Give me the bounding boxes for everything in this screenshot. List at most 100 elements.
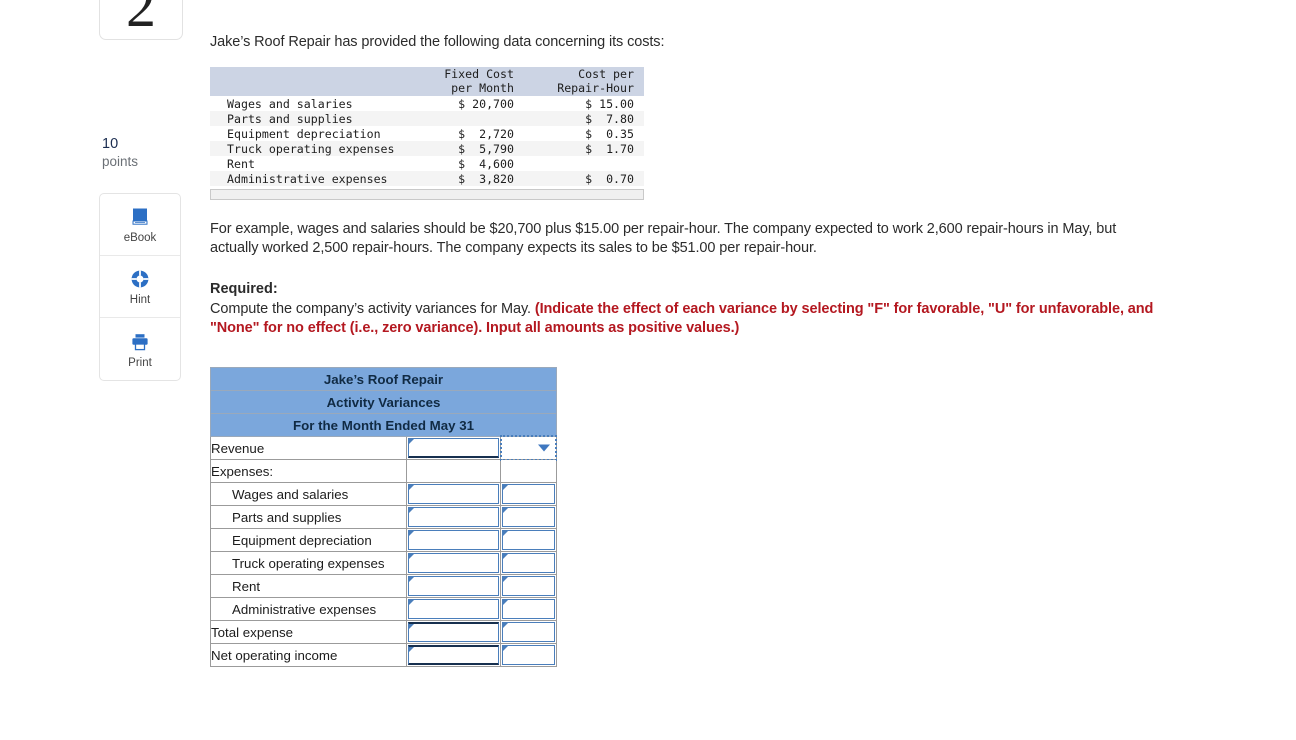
row-label-rent: Rent xyxy=(210,574,407,598)
answer-title-row: Jake’s Roof Repair xyxy=(210,367,557,391)
activity-variances-table: Jake’s Roof Repair Activity Variances Fo… xyxy=(210,367,557,667)
cost-row-label: Truck operating expenses xyxy=(227,141,395,156)
statement-period: For the Month Ended May 31 xyxy=(210,413,557,437)
amount-input-rent[interactable] xyxy=(408,576,499,596)
effect-cell-administrative[interactable] xyxy=(500,597,557,621)
amount-cell-administrative[interactable] xyxy=(406,597,501,621)
answer-table-wrapper: Jake’s Roof Repair Activity Variances Fo… xyxy=(210,367,557,667)
effect-input-net-operating-income[interactable] xyxy=(502,645,555,665)
amount-cell-truck[interactable] xyxy=(406,551,501,575)
effect-cell-rent[interactable] xyxy=(500,574,557,598)
effect-cell-total-expense[interactable] xyxy=(500,620,557,644)
question-content: Jake’s Roof Repair has provided the foll… xyxy=(210,0,1250,667)
amount-cell-parts[interactable] xyxy=(406,505,501,529)
effect-cell-wages[interactable] xyxy=(500,482,557,506)
ebook-button[interactable]: eBook xyxy=(100,194,180,256)
amount-input-parts[interactable] xyxy=(408,507,499,527)
cost-row-perhour: $ 1.70 xyxy=(585,141,634,156)
amount-input-wages[interactable] xyxy=(408,484,499,504)
cost-row-perhour: $ 0.35 xyxy=(585,126,634,141)
question-page: 2 10 points eBook Hint Print Jake’s Roof… xyxy=(0,0,1296,740)
effect-cell-revenue[interactable] xyxy=(500,435,557,461)
hint-label: Hint xyxy=(129,294,151,306)
amount-input-truck[interactable] xyxy=(408,553,499,573)
cost-row-label: Equipment depreciation xyxy=(227,126,381,141)
chevron-down-icon[interactable] xyxy=(538,444,550,452)
cost-row-label: Wages and salaries xyxy=(227,96,353,111)
amount-cell-wages[interactable] xyxy=(406,482,501,506)
question-number-card: 2 xyxy=(99,0,183,40)
amount-cell-revenue[interactable] xyxy=(406,436,501,460)
life-ring-icon xyxy=(129,267,151,291)
amount-cell-net-operating-income[interactable] xyxy=(406,643,501,667)
cost-row-fixed: $ 2,720 xyxy=(458,126,514,141)
amount-cell-expenses xyxy=(406,459,501,483)
amount-input-net-operating-income[interactable] xyxy=(408,645,499,665)
table-row: Expenses: xyxy=(210,459,557,483)
effect-cell-parts[interactable] xyxy=(500,505,557,529)
effect-input-rent[interactable] xyxy=(502,576,555,596)
horizontal-scrollbar[interactable] xyxy=(210,189,644,200)
cost-row-label: Rent xyxy=(227,156,255,171)
cost-row-fixed: $ 20,700 xyxy=(458,96,514,111)
cost-row-perhour: $ 15.00 xyxy=(585,96,634,111)
hint-button[interactable]: Hint xyxy=(100,256,180,318)
cost-header-fixed: Fixed Cost per Month xyxy=(406,67,524,96)
amount-cell-total-expense[interactable] xyxy=(406,620,501,644)
required-text-plain: Compute the company’s activity variances… xyxy=(210,301,535,317)
cost-row-fixed: $ 5,790 xyxy=(458,141,514,156)
amount-input-total-expense[interactable] xyxy=(408,622,499,642)
effect-input-parts[interactable] xyxy=(502,507,555,527)
points-value: 10 xyxy=(102,136,119,152)
row-label-truck: Truck operating expenses xyxy=(210,551,407,575)
cost-data-thead: Fixed Cost per Month Cost per Repair-Hour xyxy=(210,67,644,96)
amount-input-equipment[interactable] xyxy=(408,530,499,550)
row-label-expenses: Expenses: xyxy=(210,459,407,483)
table-row: Parts and supplies xyxy=(210,505,557,529)
table-row: Truck operating expenses $ 5,790 $ 1.70 xyxy=(210,141,644,156)
book-icon xyxy=(129,205,151,229)
print-button[interactable]: Print xyxy=(100,318,180,380)
cost-row-label: Administrative expenses xyxy=(227,171,388,186)
table-row: Net operating income xyxy=(210,643,557,667)
points-label: points xyxy=(102,154,139,169)
cost-row-fixed xyxy=(406,111,524,126)
answer-title-row: For the Month Ended May 31 xyxy=(210,413,557,437)
table-row: Rent xyxy=(210,574,557,598)
lead-text: Jake’s Roof Repair has provided the foll… xyxy=(210,34,665,50)
cost-data-header-row: Fixed Cost per Month Cost per Repair-Hour xyxy=(210,67,644,96)
row-label-total-expense: Total expense xyxy=(210,620,407,644)
effect-input-wages[interactable] xyxy=(502,484,555,504)
table-row: Parts and supplies $ 7.80 xyxy=(210,111,644,126)
statement-name: Activity Variances xyxy=(210,390,557,414)
example-paragraph: For example, wages and salaries should b… xyxy=(210,221,1117,256)
effect-input-administrative[interactable] xyxy=(502,599,555,619)
table-row: Administrative expenses $ 3,820 $ 0.70 xyxy=(210,171,644,186)
effect-input-equipment[interactable] xyxy=(502,530,555,550)
cost-row-fixed: $ 4,600 xyxy=(458,156,514,171)
table-row: Equipment depreciation $ 2,720 $ 0.35 xyxy=(210,126,644,141)
amount-cell-rent[interactable] xyxy=(406,574,501,598)
question-number: 2 xyxy=(126,0,156,39)
amount-input-administrative[interactable] xyxy=(408,599,499,619)
effect-cell-equipment[interactable] xyxy=(500,528,557,552)
row-label-net-operating-income: Net operating income xyxy=(210,643,407,667)
amount-input-revenue[interactable] xyxy=(408,438,499,458)
row-label-administrative: Administrative expenses xyxy=(210,597,407,621)
effect-cell-net-operating-income[interactable] xyxy=(500,643,557,667)
cost-row-perhour: $ 7.80 xyxy=(585,111,634,126)
amount-cell-equipment[interactable] xyxy=(406,528,501,552)
cost-row-fixed: $ 3,820 xyxy=(458,171,514,186)
effect-cell-truck[interactable] xyxy=(500,551,557,575)
effect-input-truck[interactable] xyxy=(502,553,555,573)
cost-header-perhour: Cost per Repair-Hour xyxy=(524,67,644,96)
table-row: Equipment depreciation xyxy=(210,528,557,552)
effect-input-total-expense[interactable] xyxy=(502,622,555,642)
cost-data-table-wrapper: Fixed Cost per Month Cost per Repair-Hour … xyxy=(210,67,644,200)
cost-row-perhour: $ 0.70 xyxy=(585,171,634,186)
table-row: Wages and salaries xyxy=(210,482,557,506)
ebook-label: eBook xyxy=(123,232,157,244)
table-row: Truck operating expenses xyxy=(210,551,557,575)
effect-cell-expenses xyxy=(500,459,557,483)
table-row: Revenue xyxy=(210,435,557,461)
